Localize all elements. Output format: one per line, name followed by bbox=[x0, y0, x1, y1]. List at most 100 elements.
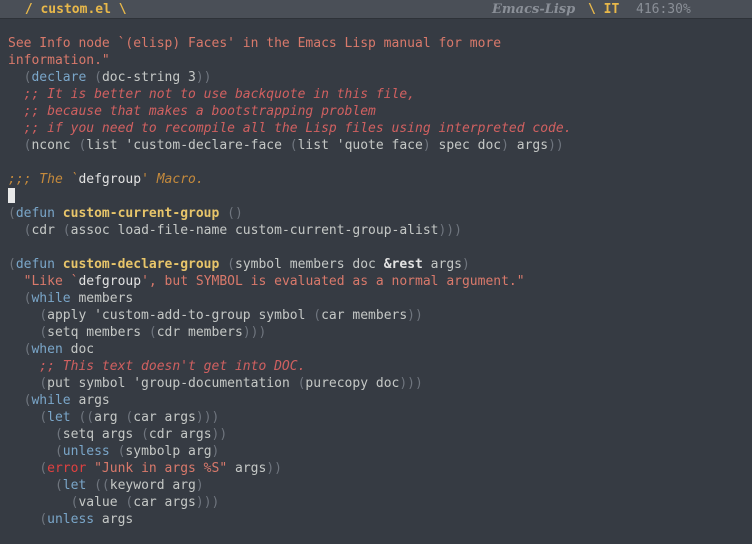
code-line[interactable] bbox=[8, 154, 752, 171]
code-line[interactable]: (let ((keyword arg) bbox=[8, 477, 752, 494]
code-token: ))) bbox=[195, 495, 220, 510]
code-line[interactable]: ;; It is better not to use backquote in … bbox=[8, 86, 752, 103]
code-line[interactable] bbox=[8, 188, 752, 205]
code-line[interactable]: (declare (doc-string 3)) bbox=[8, 69, 752, 86]
code-line[interactable]: (when doc bbox=[8, 341, 752, 358]
code-line[interactable]: See Info node `(elisp) Faces' in the Ema… bbox=[8, 35, 752, 52]
code-line[interactable]: "Like `defgroup', but SYMBOL is evaluate… bbox=[8, 273, 752, 290]
code-line[interactable] bbox=[8, 239, 752, 256]
code-line[interactable]: ;; because that makes a bootstrapping pr… bbox=[8, 103, 752, 120]
code-token: car args bbox=[133, 410, 196, 425]
code-line[interactable]: ;;; The `defgroup' Macro. bbox=[8, 171, 752, 188]
code-token: ) bbox=[195, 478, 204, 493]
code-line[interactable]: (value (car args))) bbox=[8, 494, 752, 511]
code-token: )) bbox=[195, 70, 212, 85]
code-token: error bbox=[47, 461, 87, 476]
code-line[interactable]: (while args bbox=[8, 392, 752, 409]
code-line[interactable]: (setq args (cdr args)) bbox=[8, 426, 752, 443]
code-token: args bbox=[70, 393, 110, 408]
code-line[interactable]: (let ((arg (car args))) bbox=[8, 409, 752, 426]
code-token: doc bbox=[62, 342, 95, 357]
code-token: unless bbox=[47, 512, 95, 527]
code-token: ( bbox=[39, 410, 48, 425]
code-token: ))) bbox=[438, 223, 462, 238]
code-line[interactable]: (cdr (assoc load-file-name custom-curren… bbox=[8, 222, 752, 239]
code-token: )) bbox=[548, 138, 564, 153]
code-token: defun bbox=[15, 206, 55, 221]
code-token: ', but SYMBOL is evaluated as a normal a… bbox=[141, 274, 525, 289]
code-line[interactable]: (defun custom-current-group () bbox=[8, 205, 752, 222]
code-line[interactable]: (error "Junk in args %S" args)) bbox=[8, 460, 752, 477]
code-token: ) bbox=[211, 444, 220, 459]
code-token: )) bbox=[266, 461, 282, 476]
code-token: ) bbox=[422, 138, 431, 153]
code-token: car args bbox=[133, 495, 196, 510]
code-token: ( bbox=[8, 206, 16, 221]
code-token: ( bbox=[148, 325, 157, 340]
code-token: nconc bbox=[31, 138, 79, 153]
code-token: ;; This text doesn't get into DOC. bbox=[8, 359, 306, 374]
code-token: ( bbox=[54, 444, 63, 459]
code-token: setq args bbox=[62, 427, 142, 442]
code-line[interactable]: (unless args bbox=[8, 511, 752, 528]
code-token: ;; because that makes a bootstrapping pr… bbox=[8, 104, 376, 119]
code-token: ( bbox=[39, 325, 48, 340]
code-line[interactable]: (defun custom-declare-group (symbol memb… bbox=[8, 256, 752, 273]
code-token: )) bbox=[407, 308, 423, 323]
code-token: members bbox=[70, 291, 134, 306]
code-line[interactable]: (while members bbox=[8, 290, 752, 307]
code-line[interactable]: ;; if you need to recompile all the Lisp… bbox=[8, 120, 752, 137]
code-token: args bbox=[94, 512, 134, 527]
code-token: unless bbox=[62, 444, 110, 459]
code-token: information." bbox=[8, 53, 110, 68]
code-token: doc-string 3 bbox=[101, 70, 196, 85]
code-token: symbol members doc bbox=[235, 257, 384, 272]
code-line[interactable]: ;; This text doesn't get into DOC. bbox=[8, 358, 752, 375]
code-token: ( bbox=[62, 223, 71, 238]
major-mode-indicator[interactable]: Emacs-Lisp bbox=[492, 1, 575, 18]
code-line[interactable]: (put symbol 'group-documentation (pureco… bbox=[8, 375, 752, 392]
code-token: ( bbox=[54, 478, 63, 493]
code-line[interactable]: (apply 'custom-add-to-group symbol (car … bbox=[8, 307, 752, 324]
code-token: apply 'custom-add-to-group symbol bbox=[47, 308, 314, 323]
code-token: args bbox=[508, 138, 549, 153]
code-token: "Like ` bbox=[8, 274, 79, 289]
code-line[interactable]: information." bbox=[8, 52, 752, 69]
code-token: when bbox=[31, 342, 63, 357]
code-token: ( bbox=[39, 376, 48, 391]
code-token: (( bbox=[94, 478, 110, 493]
code-token: "Junk in args %S" bbox=[94, 461, 228, 476]
code-token: cdr bbox=[31, 223, 63, 238]
code-token: ( bbox=[39, 308, 48, 323]
code-token: )) bbox=[211, 427, 228, 442]
code-editor[interactable]: See Info node `(elisp) Faces' in the Ema… bbox=[8, 35, 752, 528]
code-token: See Info node `(elisp) Faces' in the Ema… bbox=[8, 36, 502, 51]
code-token: symbolp arg bbox=[125, 444, 212, 459]
code-token: ( bbox=[39, 512, 48, 527]
code-token: cdr args bbox=[148, 427, 212, 442]
code-token: ( bbox=[8, 257, 16, 272]
code-token: list 'custom-declare-face bbox=[86, 138, 290, 153]
edit-state-indicator: \ IT bbox=[588, 2, 620, 17]
code-token: let bbox=[47, 410, 71, 425]
code-token: car members bbox=[321, 308, 408, 323]
code-token: cdr members bbox=[156, 325, 243, 340]
code-token: ( bbox=[39, 461, 48, 476]
code-line[interactable]: (unless (symbolp arg) bbox=[8, 443, 752, 460]
code-line[interactable]: (nconc (list 'custom-declare-face (list … bbox=[8, 137, 752, 154]
code-token: custom-declare-group bbox=[62, 257, 220, 272]
code-line[interactable]: (setq members (cdr members))) bbox=[8, 324, 752, 341]
mode-line: / custom.el \ Emacs-Lisp \ IT 416:30% bbox=[0, 0, 752, 19]
